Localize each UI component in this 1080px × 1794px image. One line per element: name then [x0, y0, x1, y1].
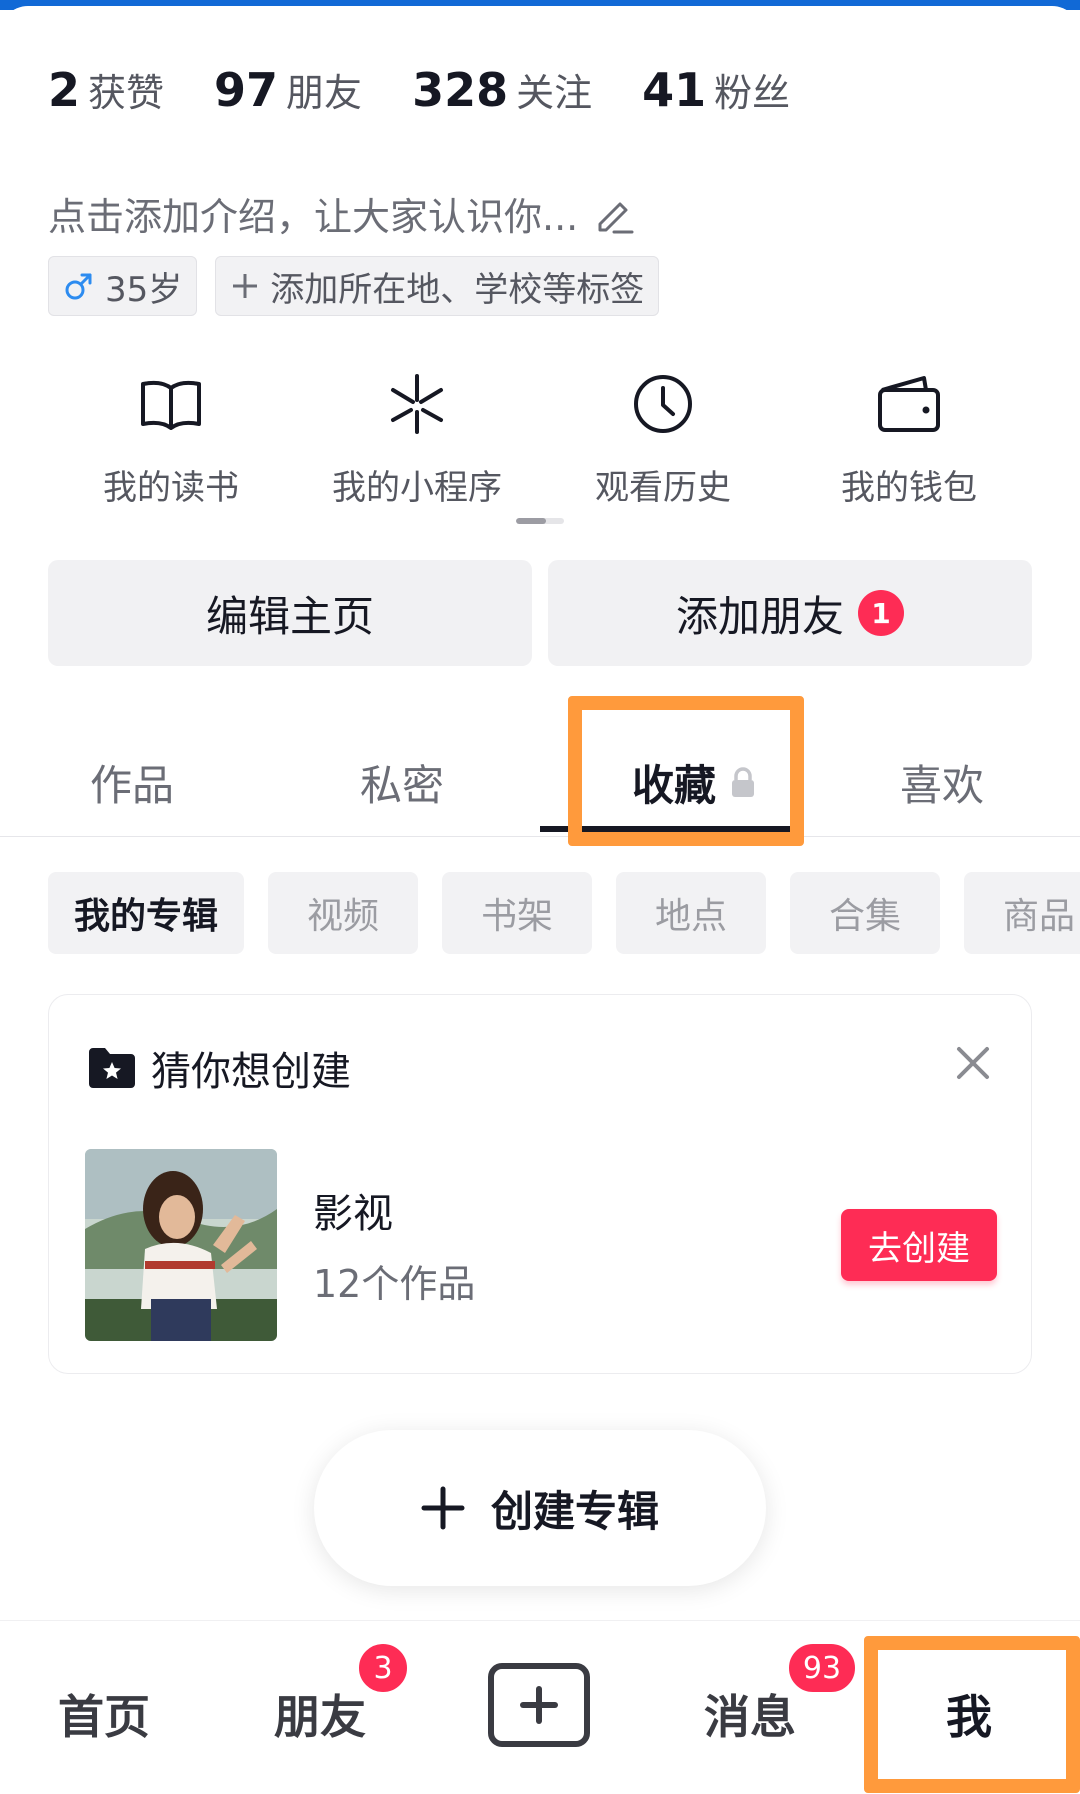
chip-bookshelf[interactable]: 书架 [442, 872, 592, 954]
tool-my-reading[interactable]: 我的读书 [48, 368, 294, 509]
stat-label: 粉丝 [714, 71, 791, 115]
add-location-tag[interactable]: 添加所在地、学校等标签 [215, 256, 660, 316]
stat-likes[interactable]: 2 获赞 [48, 62, 164, 117]
tool-label: 我的小程序 [332, 468, 502, 508]
tools-scroll-indicator [516, 518, 564, 524]
stat-following[interactable]: 328 关注 [412, 62, 592, 117]
tab-private[interactable]: 私密 [360, 752, 444, 813]
tools-row: 我的读书 我的小程序 观看历史 我的钱包 [48, 368, 1032, 509]
suggestion-card: 猜你想创建 影视 12个作品 去创建 [48, 994, 1032, 1374]
gender-age-tag[interactable]: 35岁 [48, 256, 198, 316]
male-icon [63, 270, 95, 302]
friends-badge: 3 [356, 1641, 410, 1695]
suggestion-header: 猜你想创建 [87, 1039, 351, 1097]
plus-icon [421, 1486, 465, 1530]
stat-number: 41 [642, 63, 707, 117]
tool-label: 我的读书 [103, 468, 239, 508]
close-icon[interactable] [955, 1045, 991, 1081]
notification-badge: 1 [858, 590, 904, 636]
tool-label: 我的钱包 [841, 468, 977, 508]
publish-button[interactable] [488, 1663, 590, 1747]
pencil-icon [598, 202, 634, 233]
chip-video[interactable]: 视频 [268, 872, 418, 954]
stat-label: 关注 [516, 71, 593, 115]
wallet-icon [878, 376, 940, 432]
stat-number: 97 [214, 63, 279, 117]
star-folder-icon [89, 1048, 135, 1088]
stat-number: 328 [412, 63, 509, 117]
add-friend-button[interactable]: 添加朋友 1 [548, 560, 1032, 666]
stat-label: 获赞 [88, 71, 165, 115]
sheet-top [0, 6, 1080, 36]
tab-likes[interactable]: 喜欢 [900, 752, 984, 813]
nav-messages[interactable]: 消息 [704, 1681, 796, 1747]
stat-label: 朋友 [286, 71, 363, 115]
chip-my-albums[interactable]: 我的专辑 [48, 872, 244, 954]
chip-places[interactable]: 地点 [616, 872, 766, 954]
nav-home[interactable]: 首页 [58, 1681, 150, 1747]
create-album-button[interactable]: 创建专辑 [314, 1430, 766, 1586]
tool-watch-history[interactable]: 观看历史 [540, 368, 786, 509]
age-text: 35岁 [105, 269, 183, 310]
tool-label: 观看历史 [595, 468, 731, 508]
tool-mini-program[interactable]: 我的小程序 [294, 368, 540, 509]
bio-prompt[interactable]: 点击添加介绍，让大家认识你... [48, 186, 636, 241]
album-count: 12个作品 [313, 1262, 476, 1306]
go-create-button[interactable]: 去创建 [841, 1209, 997, 1281]
profile-actions: 编辑主页 添加朋友 1 [48, 560, 1032, 666]
messages-badge: 93 [786, 1641, 858, 1695]
edit-profile-button[interactable]: 编辑主页 [48, 560, 532, 666]
stat-followers[interactable]: 41 粉丝 [642, 62, 790, 117]
create-album-label: 创建专辑 [490, 1486, 659, 1536]
add-location-text: 添加所在地、学校等标签 [270, 269, 645, 310]
stat-friends[interactable]: 97 朋友 [214, 62, 362, 117]
edit-profile-label: 编辑主页 [205, 591, 374, 641]
profile-tags: 35岁 添加所在地、学校等标签 [48, 256, 677, 316]
highlight-box [864, 1636, 1080, 1793]
highlight-box [568, 696, 804, 846]
go-create-label: 去创建 [868, 1228, 970, 1269]
chip-collections[interactable]: 合集 [790, 872, 940, 954]
plus-icon [230, 271, 260, 301]
bio-text: 点击添加介绍，让大家认识你... [48, 195, 579, 239]
chip-products[interactable]: 商品 [964, 872, 1080, 954]
stat-number: 2 [48, 63, 81, 117]
content-tabs: 作品 私密 收藏 喜欢 [0, 730, 1080, 837]
book-icon [141, 380, 201, 430]
nav-friends[interactable]: 朋友 [274, 1681, 366, 1747]
suggestion-title: 猜你想创建 [151, 1049, 351, 1095]
mini-program-icon [391, 374, 443, 434]
favorites-filter-chips: 我的专辑 视频 书架 地点 合集 商品 [48, 872, 1080, 954]
clock-icon [634, 375, 692, 433]
plus-icon [520, 1686, 558, 1724]
tool-wallet[interactable]: 我的钱包 [786, 368, 1032, 509]
profile-stats: 2 获赞 97 朋友 328 关注 41 粉丝 [48, 62, 840, 117]
add-friend-label: 添加朋友 [675, 591, 844, 641]
album-thumbnail[interactable] [85, 1149, 277, 1341]
tab-works[interactable]: 作品 [90, 752, 174, 813]
album-title: 影视 [313, 1191, 393, 1237]
